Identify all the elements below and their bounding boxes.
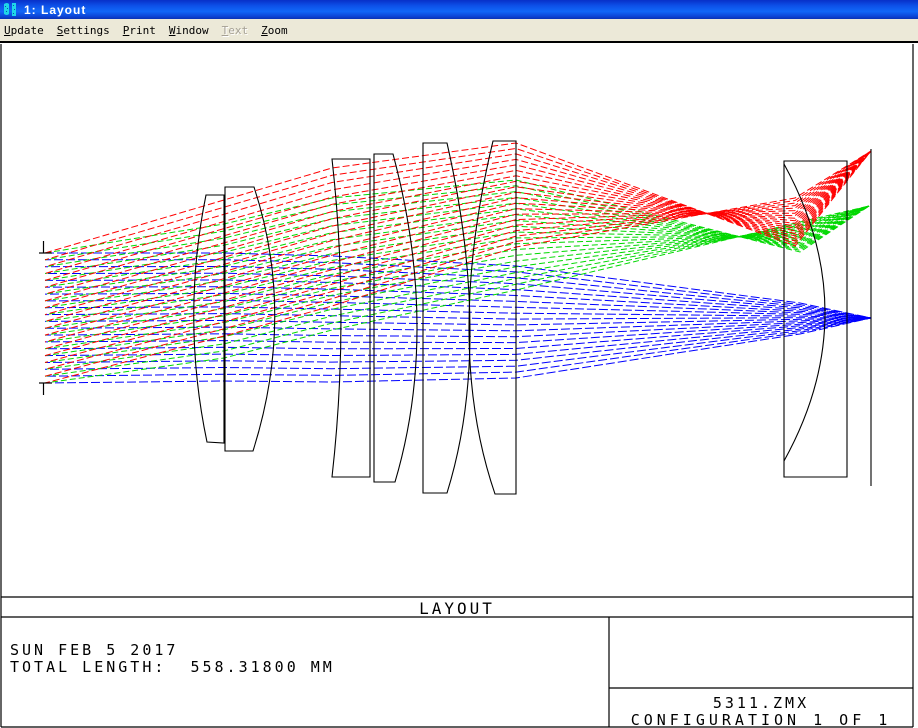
menu-item-update[interactable]: Update: [4, 24, 44, 37]
menu-item-settings[interactable]: Settings: [57, 24, 110, 37]
optical-layout-svg: [0, 43, 918, 728]
title-bar[interactable]: 1: Layout: [0, 0, 918, 19]
ray-field-green: [45, 206, 869, 376]
menu-item-text: Text: [222, 24, 249, 37]
zemax-plot-icon: [3, 2, 19, 17]
plot-title: LAYOUT: [1, 599, 913, 618]
menu-item-zoom[interactable]: Zoom: [261, 24, 288, 37]
ray-field-green: [45, 206, 869, 383]
ray-field-red: [45, 151, 871, 363]
layout-window: 1: Layout Update Settings Print Window Text Z…: [0, 0, 918, 728]
lens-element-4: [374, 154, 417, 482]
ray-field-red: [45, 151, 871, 274]
window-icon[interactable]: [3, 2, 19, 17]
lens-element-3: [332, 159, 370, 477]
menu-item-print[interactable]: Print: [123, 24, 156, 37]
total-length-text: TOTAL LENGTH: 558.31800 MM: [10, 658, 335, 676]
ray-field-red: [45, 151, 871, 376]
window-title: 1: Layout: [24, 3, 86, 17]
lens-file-name: 5311.ZMX: [609, 694, 913, 712]
ray-field-red: [45, 151, 871, 267]
menu-bar: Update Settings Print Window Text Zoom: [0, 19, 918, 41]
plot-date: SUN FEB 5 2017: [10, 641, 178, 659]
menu-item-window[interactable]: Window: [169, 24, 209, 37]
configuration-text: CONFIGURATION 1 OF 1: [609, 711, 913, 728]
drawing-area: [0, 43, 918, 728]
